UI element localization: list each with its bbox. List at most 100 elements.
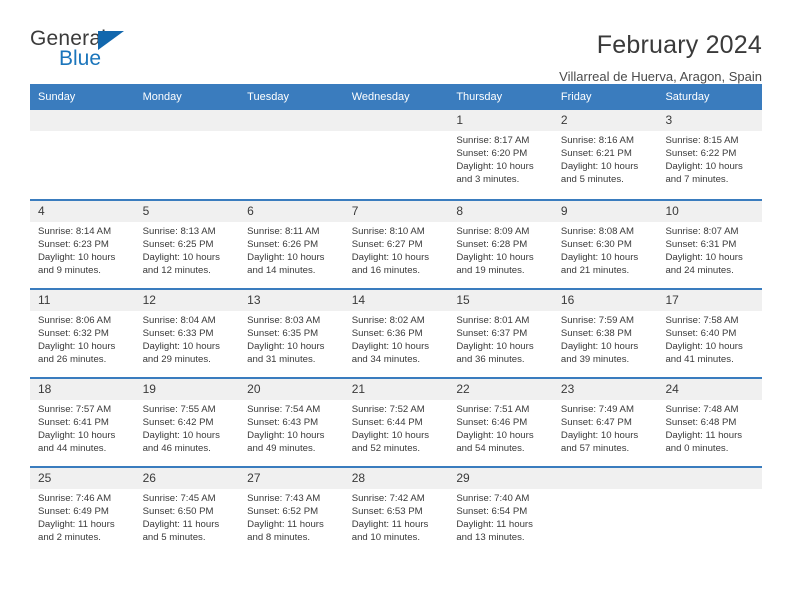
calendar-day-cell[interactable]: 15 Sunrise: 8:01 AM Sunset: 6:37 PM Dayligh… bbox=[448, 290, 553, 377]
day-number: 20 bbox=[239, 379, 344, 400]
daylight-duration-line2: and 3 minutes. bbox=[456, 174, 520, 186]
weekday-header-sunday: Sunday bbox=[38, 91, 76, 103]
daylight-duration-line1: Daylight: 10 hours bbox=[38, 252, 116, 264]
sunset-time: Sunset: 6:49 PM bbox=[38, 506, 109, 518]
day-details: Sunrise: 7:51 AM Sunset: 6:46 PM Daylight:… bbox=[448, 400, 553, 455]
calendar-day-cell[interactable]: 13 Sunrise: 8:03 AM Sunset: 6:35 PM Dayligh… bbox=[239, 290, 344, 377]
sunrise-time: Sunrise: 8:09 AM bbox=[456, 226, 530, 237]
page-title: February 2024 bbox=[596, 31, 762, 59]
day-details: Sunrise: 8:16 AM Sunset: 6:21 PM Daylight:… bbox=[553, 131, 658, 186]
day-details: Sunrise: 8:14 AM Sunset: 6:23 PM Daylight:… bbox=[30, 222, 135, 277]
day-number: 3 bbox=[657, 110, 763, 131]
calendar-week-row: 4 Sunrise: 8:14 AM Sunset: 6:23 PM Daylight… bbox=[30, 199, 763, 288]
page-header: General Blue February 2024 Villarreal de… bbox=[30, 0, 762, 85]
general-blue-logo[interactable]: General Blue bbox=[30, 28, 170, 80]
title-block: February 2024 Villarreal de Huerva, Arag… bbox=[559, 28, 762, 88]
daylight-duration-line2: and 44 minutes. bbox=[38, 443, 107, 455]
calendar-day-cell[interactable]: 3 Sunrise: 8:15 AM Sunset: 6:22 PM Daylight… bbox=[657, 110, 763, 199]
day-details: Sunrise: 8:01 AM Sunset: 6:37 PM Daylight:… bbox=[448, 311, 553, 366]
sunset-time: Sunset: 6:26 PM bbox=[247, 239, 319, 251]
calendar-day-cell[interactable]: 22 Sunrise: 7:51 AM Sunset: 6:46 PM Dayligh… bbox=[448, 379, 553, 466]
day-details: Sunrise: 8:08 AM Sunset: 6:30 PM Daylight:… bbox=[553, 222, 658, 277]
calendar-day-cell[interactable]: 14 Sunrise: 8:02 AM Sunset: 6:36 PM Dayligh… bbox=[343, 290, 449, 377]
day-details: Sunrise: 7:54 AM Sunset: 6:43 PM Daylight:… bbox=[239, 400, 344, 455]
sunrise-time: Sunrise: 7:51 AM bbox=[456, 404, 530, 415]
calendar-day-cell[interactable]: 7 Sunrise: 8:10 AM Sunset: 6:27 PM Daylight… bbox=[343, 201, 449, 288]
calendar-cell-empty bbox=[134, 110, 240, 199]
sunrise-time: Sunrise: 7:40 AM bbox=[456, 493, 530, 504]
day-details: Sunrise: 8:13 AM Sunset: 6:25 PM Daylight:… bbox=[135, 222, 240, 277]
calendar-cell-empty bbox=[30, 110, 135, 199]
daylight-duration-line2: and 5 minutes. bbox=[142, 532, 206, 544]
day-number: 22 bbox=[448, 379, 553, 400]
daylight-duration-line1: Daylight: 10 hours bbox=[142, 252, 220, 264]
day-details: Sunrise: 8:10 AM Sunset: 6:27 PM Daylight:… bbox=[344, 222, 449, 277]
calendar-day-cell[interactable]: 4 Sunrise: 8:14 AM Sunset: 6:23 PM Daylight… bbox=[30, 201, 135, 288]
logo-text-blue: Blue bbox=[59, 47, 102, 70]
daylight-duration-line1: Daylight: 10 hours bbox=[560, 341, 639, 353]
daylight-duration-line1: Daylight: 10 hours bbox=[456, 430, 534, 442]
sunrise-time: Sunrise: 7:43 AM bbox=[247, 493, 321, 504]
sunrise-time: Sunrise: 8:11 AM bbox=[247, 226, 320, 237]
calendar-day-cell[interactable]: 17 Sunrise: 7:58 AM Sunset: 6:40 PM Dayligh… bbox=[657, 290, 763, 377]
sunset-time: Sunset: 6:46 PM bbox=[456, 417, 528, 429]
daylight-duration-line1: Daylight: 10 hours bbox=[456, 161, 534, 173]
calendar-day-cell[interactable]: 24 Sunrise: 7:48 AM Sunset: 6:48 PM Dayligh… bbox=[657, 379, 763, 466]
daylight-duration-line2: and 39 minutes. bbox=[560, 354, 630, 366]
day-details: Sunrise: 7:46 AM Sunset: 6:49 PM Daylight:… bbox=[30, 489, 135, 544]
daylight-duration-line1: Daylight: 11 hours bbox=[665, 430, 743, 442]
day-details: Sunrise: 7:52 AM Sunset: 6:44 PM Daylight:… bbox=[344, 400, 449, 455]
calendar-cell-empty bbox=[343, 110, 449, 199]
calendar-day-cell[interactable]: 10 Sunrise: 8:07 AM Sunset: 6:31 PM Dayligh… bbox=[657, 201, 763, 288]
sunrise-time: Sunrise: 7:46 AM bbox=[38, 493, 112, 504]
calendar-day-cell[interactable]: 26 Sunrise: 7:45 AM Sunset: 6:50 PM Dayligh… bbox=[134, 468, 240, 555]
calendar-day-cell[interactable]: 27 Sunrise: 7:43 AM Sunset: 6:52 PM Dayligh… bbox=[239, 468, 344, 555]
day-number bbox=[30, 110, 135, 131]
triangle-icon bbox=[98, 31, 124, 50]
sunrise-time: Sunrise: 8:16 AM bbox=[560, 135, 634, 146]
calendar-day-cell[interactable]: 23 Sunrise: 7:49 AM Sunset: 6:47 PM Dayligh… bbox=[552, 379, 658, 466]
sunset-time: Sunset: 6:22 PM bbox=[665, 148, 737, 160]
daylight-duration-line1: Daylight: 10 hours bbox=[456, 252, 534, 264]
day-number: 13 bbox=[239, 290, 344, 311]
sunrise-time: Sunrise: 7:55 AM bbox=[142, 404, 216, 415]
calendar-day-cell[interactable]: 12 Sunrise: 8:04 AM Sunset: 6:33 PM Dayligh… bbox=[134, 290, 240, 377]
calendar-day-cell[interactable]: 8 Sunrise: 8:09 AM Sunset: 6:28 PM Daylight… bbox=[448, 201, 553, 288]
calendar-day-cell[interactable]: 29 Sunrise: 7:40 AM Sunset: 6:54 PM Dayligh… bbox=[448, 468, 553, 555]
sunrise-time: Sunrise: 8:08 AM bbox=[560, 226, 634, 237]
day-number: 8 bbox=[448, 201, 553, 222]
calendar-day-cell[interactable]: 19 Sunrise: 7:55 AM Sunset: 6:42 PM Dayligh… bbox=[134, 379, 240, 466]
calendar-day-cell[interactable]: 25 Sunrise: 7:46 AM Sunset: 6:49 PM Dayligh… bbox=[30, 468, 135, 555]
calendar-day-cell[interactable]: 11 Sunrise: 8:06 AM Sunset: 6:32 PM Dayligh… bbox=[30, 290, 135, 377]
calendar-week-row: 11 Sunrise: 8:06 AM Sunset: 6:32 PM Dayligh… bbox=[30, 288, 763, 377]
sunset-time: Sunset: 6:53 PM bbox=[351, 506, 423, 518]
sunset-time: Sunset: 6:52 PM bbox=[247, 506, 319, 518]
calendar-day-cell[interactable]: 5 Sunrise: 8:13 AM Sunset: 6:25 PM Daylight… bbox=[134, 201, 240, 288]
day-number: 27 bbox=[239, 468, 344, 489]
calendar-day-cell[interactable]: 2 Sunrise: 8:16 AM Sunset: 6:21 PM Daylight… bbox=[552, 110, 658, 199]
day-number: 28 bbox=[343, 468, 449, 489]
calendar-day-cell[interactable]: 6 Sunrise: 8:11 AM Sunset: 6:26 PM Daylight… bbox=[239, 201, 344, 288]
calendar-day-cell[interactable]: 1 Sunrise: 8:17 AM Sunset: 6:20 PM Daylight… bbox=[448, 110, 553, 199]
calendar-day-cell[interactable]: 21 Sunrise: 7:52 AM Sunset: 6:44 PM Dayligh… bbox=[343, 379, 449, 466]
calendar-day-cell[interactable]: 9 Sunrise: 8:08 AM Sunset: 6:30 PM Daylight… bbox=[552, 201, 658, 288]
day-number: 6 bbox=[239, 201, 344, 222]
calendar-day-cell[interactable]: 16 Sunrise: 7:59 AM Sunset: 6:38 PM Dayligh… bbox=[552, 290, 658, 377]
daylight-duration-line2: and 31 minutes. bbox=[247, 354, 316, 366]
day-details: Sunrise: 7:58 AM Sunset: 6:40 PM Daylight:… bbox=[657, 311, 762, 366]
calendar-day-cell[interactable]: 20 Sunrise: 7:54 AM Sunset: 6:43 PM Dayligh… bbox=[239, 379, 344, 466]
day-number: 2 bbox=[552, 110, 658, 131]
calendar-day-cell[interactable]: 18 Sunrise: 7:57 AM Sunset: 6:41 PM Dayligh… bbox=[30, 379, 135, 466]
calendar-grid: Sunday Monday Tuesday Wednesday Thursday Frid… bbox=[30, 84, 763, 555]
daylight-duration-line2: and 16 minutes. bbox=[351, 265, 421, 277]
sunrise-time: Sunrise: 7:57 AM bbox=[38, 404, 112, 415]
weekday-header-friday: Friday bbox=[560, 91, 592, 103]
day-details: Sunrise: 7:40 AM Sunset: 6:54 PM Daylight:… bbox=[448, 489, 553, 544]
sunset-time: Sunset: 6:54 PM bbox=[456, 506, 528, 518]
daylight-duration-line1: Daylight: 11 hours bbox=[351, 519, 429, 531]
sunset-time: Sunset: 6:38 PM bbox=[560, 328, 632, 340]
daylight-duration-line1: Daylight: 10 hours bbox=[142, 341, 220, 353]
sunrise-time: Sunrise: 7:54 AM bbox=[247, 404, 321, 415]
daylight-duration-line1: Daylight: 10 hours bbox=[560, 161, 639, 173]
calendar-day-cell[interactable]: 28 Sunrise: 7:42 AM Sunset: 6:53 PM Dayligh… bbox=[343, 468, 449, 555]
